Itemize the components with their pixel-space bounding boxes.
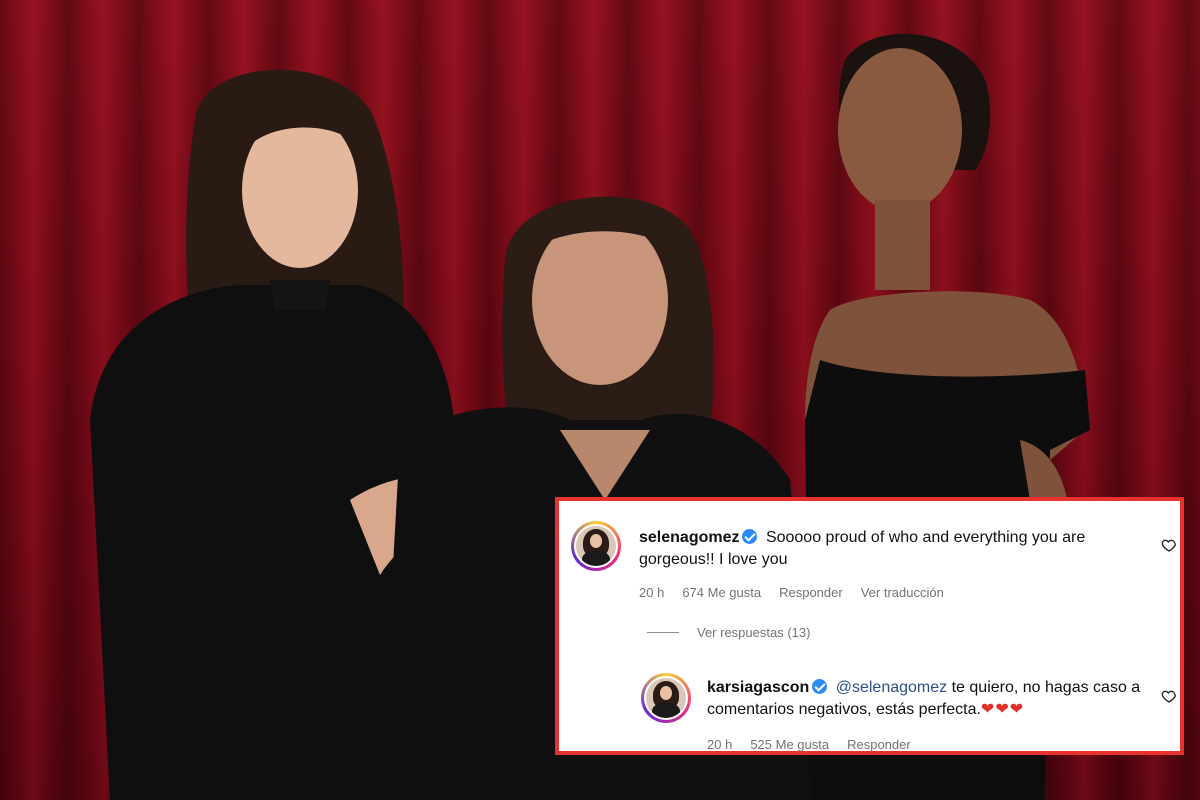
comment-username[interactable]: selenagomez (639, 529, 739, 546)
comment-time: 20 h (639, 585, 665, 600)
heart-like-icon[interactable] (1161, 537, 1177, 553)
reply-button[interactable]: Responder (847, 737, 911, 752)
comment-meta: 20 h 674 Me gusta Responder Ver traducci… (639, 585, 944, 600)
reply-body: karsiagascon @selenagomez te quiero, no … (707, 677, 1147, 721)
reply-mention[interactable]: @selenagomez (836, 679, 947, 696)
replies-divider (647, 632, 679, 633)
reply-time: 20 h (707, 737, 733, 752)
avatar-image (644, 676, 688, 720)
heart-like-icon[interactable] (1161, 688, 1177, 704)
heart-emoji: ❤❤❤ (980, 701, 1025, 718)
verified-badge-icon (742, 529, 758, 544)
avatar-image (574, 524, 618, 568)
instagram-comment-card: selenagomez Sooooo proud of who and ever… (555, 497, 1184, 755)
karsiagascon-avatar[interactable] (641, 673, 691, 723)
view-replies-link[interactable]: Ver respuestas (13) (647, 625, 810, 640)
view-replies-label: Ver respuestas (13) (697, 625, 811, 640)
reply-meta: 20 h 525 Me gusta Responder (707, 737, 911, 752)
translate-button[interactable]: Ver traducción (861, 585, 944, 600)
verified-badge-icon (812, 679, 828, 694)
comment-likes[interactable]: 674 Me gusta (682, 585, 761, 600)
comment-body: selenagomez Sooooo proud of who and ever… (639, 527, 1139, 571)
reply-button[interactable]: Responder (779, 585, 843, 600)
selenagomez-avatar[interactable] (571, 521, 621, 571)
reply-username[interactable]: karsiagascon (707, 679, 809, 696)
reply-likes[interactable]: 525 Me gusta (750, 737, 829, 752)
